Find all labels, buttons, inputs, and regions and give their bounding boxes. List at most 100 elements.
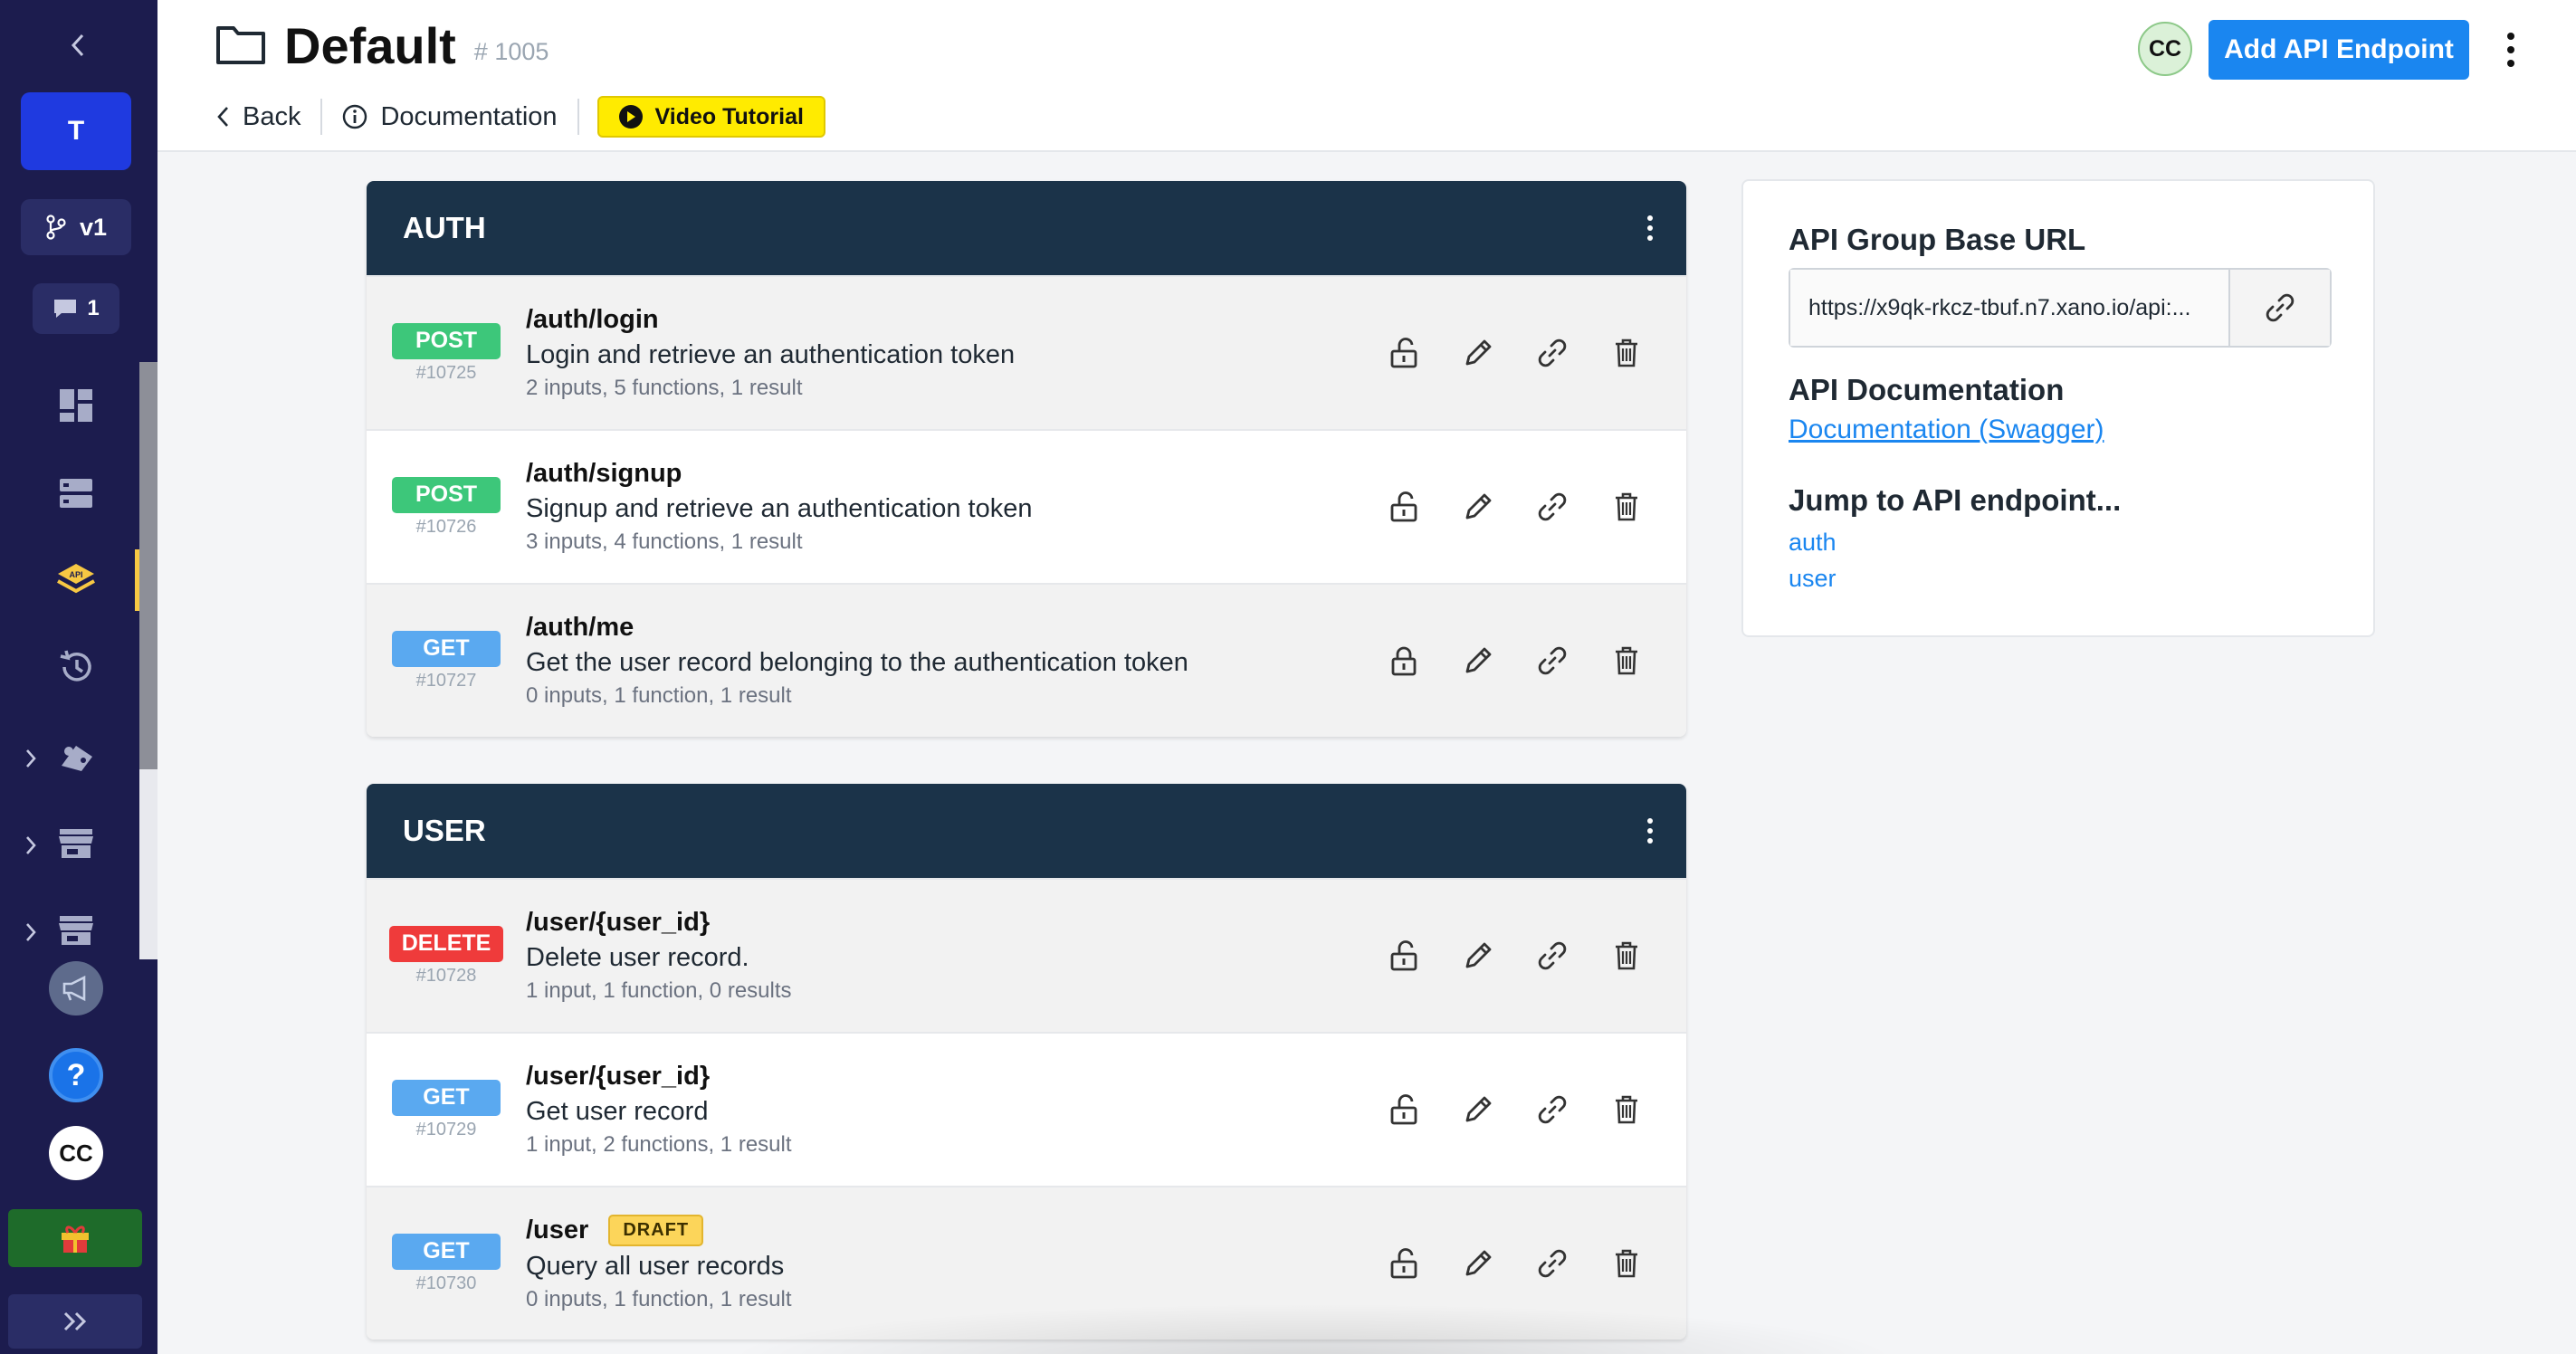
endpoint-path[interactable]: /auth/signup (526, 459, 682, 489)
group-menu-icon[interactable] (1641, 818, 1659, 844)
trash-icon[interactable] (1608, 489, 1645, 525)
endpoint-path[interactable]: /user (526, 1216, 588, 1245)
back-button[interactable]: Back (215, 97, 320, 137)
endpoint-row[interactable]: POST #10726 /auth/signup Signup and retr… (367, 429, 1686, 583)
group-header: USER (367, 784, 1686, 878)
video-tutorial-button[interactable]: Video Tutorial (596, 96, 825, 138)
collapse-chevron-icon[interactable] (56, 27, 100, 63)
unlock-icon[interactable] (1386, 489, 1422, 525)
trash-icon[interactable] (1608, 1092, 1645, 1128)
jump-to-endpoint-title: Jump to API endpoint... (1789, 483, 2122, 517)
link-icon[interactable] (1534, 938, 1570, 974)
expand-chevron-icon[interactable] (13, 740, 49, 777)
history-icon[interactable] (45, 636, 107, 698)
link-icon[interactable] (1534, 1245, 1570, 1282)
video-tutorial-label: Video Tutorial (654, 103, 804, 129)
header-avatar-initials: CC (2148, 35, 2182, 62)
branch-icon (46, 215, 66, 240)
edit-pencil-icon[interactable] (1460, 489, 1496, 525)
api-icon[interactable]: API (45, 549, 107, 611)
link-icon[interactable] (1534, 643, 1570, 679)
endpoint-row[interactable]: GET #10727 /auth/me Get the user record … (367, 583, 1686, 737)
branch-label: v1 (79, 213, 108, 241)
trash-icon[interactable] (1608, 1245, 1645, 1282)
avatar-initials: CC (59, 1139, 93, 1167)
comment-icon (54, 300, 77, 318)
comments-button[interactable]: 1 (33, 283, 119, 334)
method-badge: DELETE (388, 925, 504, 962)
edit-pencil-icon[interactable] (1460, 938, 1496, 974)
chevron-left-icon (217, 107, 228, 127)
link-icon[interactable] (1534, 1092, 1570, 1128)
comment-count: 1 (87, 296, 100, 320)
unlock-icon[interactable] (1386, 335, 1422, 371)
branch-selector[interactable]: v1 (21, 199, 131, 255)
api-group-user: USER DELETE #10728 /user/{user_id} Delet… (367, 784, 1686, 1340)
api-group-info-panel: API Group Base URL https://x9qk-rkcz-tbu… (1741, 179, 2375, 637)
base-url-field[interactable]: https://x9qk-rkcz-tbuf.n7.xano.io/api:..… (1789, 268, 2332, 348)
method-badge: GET (392, 630, 501, 667)
endpoint-id: #10729 (415, 1119, 477, 1139)
addons-icon[interactable] (45, 726, 107, 787)
endpoint-id: #10725 (415, 362, 477, 383)
expand-chevron-icon[interactable] (13, 827, 49, 863)
expand-chevron-icon[interactable] (13, 914, 49, 950)
announcement-icon[interactable] (49, 961, 103, 1016)
edit-pencil-icon[interactable] (1460, 643, 1496, 679)
database-icon[interactable] (45, 462, 107, 524)
user-avatar[interactable]: CC (49, 1126, 103, 1180)
back-label: Back (243, 101, 301, 131)
lock-icon[interactable] (1386, 643, 1422, 679)
gift-button[interactable] (8, 1209, 142, 1267)
left-sidebar: T v1 1 API ? CC (0, 0, 157, 1354)
trash-icon[interactable] (1608, 335, 1645, 371)
edit-pencil-icon[interactable] (1460, 335, 1496, 371)
page-header: Default # 1005 Back Documentation Video … (157, 0, 2576, 152)
endpoint-id: #10727 (415, 670, 477, 691)
play-icon (618, 105, 643, 129)
link-icon[interactable] (1534, 335, 1570, 371)
store-icon[interactable] (45, 900, 107, 961)
svg-text:API: API (69, 570, 82, 579)
add-api-endpoint-button[interactable]: Add API Endpoint (2209, 20, 2469, 80)
dashboard-icon[interactable] (45, 375, 107, 436)
help-icon: ? (66, 1057, 86, 1092)
expand-sidebar-button[interactable] (8, 1294, 142, 1349)
marketplace-icon[interactable] (45, 813, 107, 874)
folder-icon (215, 24, 266, 69)
copy-link-icon[interactable] (2228, 270, 2330, 346)
base-url-value[interactable]: https://x9qk-rkcz-tbuf.n7.xano.io/api:..… (1790, 270, 2228, 346)
endpoint-path[interactable]: /auth/login (526, 305, 659, 335)
more-options-icon[interactable] (2495, 27, 2527, 72)
endpoint-row[interactable]: GET #10729 /user/{user_id} Get user reco… (367, 1032, 1686, 1186)
header-avatar[interactable]: CC (2138, 22, 2192, 76)
sidebar-scrollbar-thumb[interactable] (139, 362, 157, 769)
jump-link-auth[interactable]: auth (1789, 529, 1837, 557)
unlock-icon[interactable] (1386, 938, 1422, 974)
api-group-auth: AUTH POST #10725 /auth/login Login and r… (367, 181, 1686, 737)
endpoint-path[interactable]: /auth/me (526, 613, 634, 643)
swagger-docs-link[interactable]: Documentation (Swagger) (1789, 415, 2104, 445)
workspace-button[interactable]: T (21, 92, 131, 170)
endpoint-path[interactable]: /user/{user_id} (526, 908, 710, 938)
endpoint-row[interactable]: POST #10725 /auth/login Login and retrie… (367, 275, 1686, 429)
jump-link-user[interactable]: user (1789, 565, 1837, 593)
link-icon[interactable] (1534, 489, 1570, 525)
draft-badge: DRAFT (608, 1215, 704, 1246)
endpoint-id: #10726 (415, 516, 477, 537)
unlock-icon[interactable] (1386, 1092, 1422, 1128)
unlock-icon[interactable] (1386, 1245, 1422, 1282)
trash-icon[interactable] (1608, 938, 1645, 974)
help-button[interactable]: ? (49, 1048, 103, 1102)
edit-pencil-icon[interactable] (1460, 1245, 1496, 1282)
double-chevron-right-icon (63, 1311, 87, 1331)
group-menu-icon[interactable] (1641, 215, 1659, 241)
endpoint-row[interactable]: DELETE #10728 /user/{user_id} Delete use… (367, 878, 1686, 1032)
trash-icon[interactable] (1608, 643, 1645, 679)
bottom-shadow (724, 1303, 1901, 1354)
documentation-link[interactable]: Documentation (322, 97, 577, 137)
page-id: # 1005 (473, 38, 549, 65)
endpoint-path[interactable]: /user/{user_id} (526, 1062, 710, 1092)
edit-pencil-icon[interactable] (1460, 1092, 1496, 1128)
gift-icon (62, 1225, 89, 1253)
